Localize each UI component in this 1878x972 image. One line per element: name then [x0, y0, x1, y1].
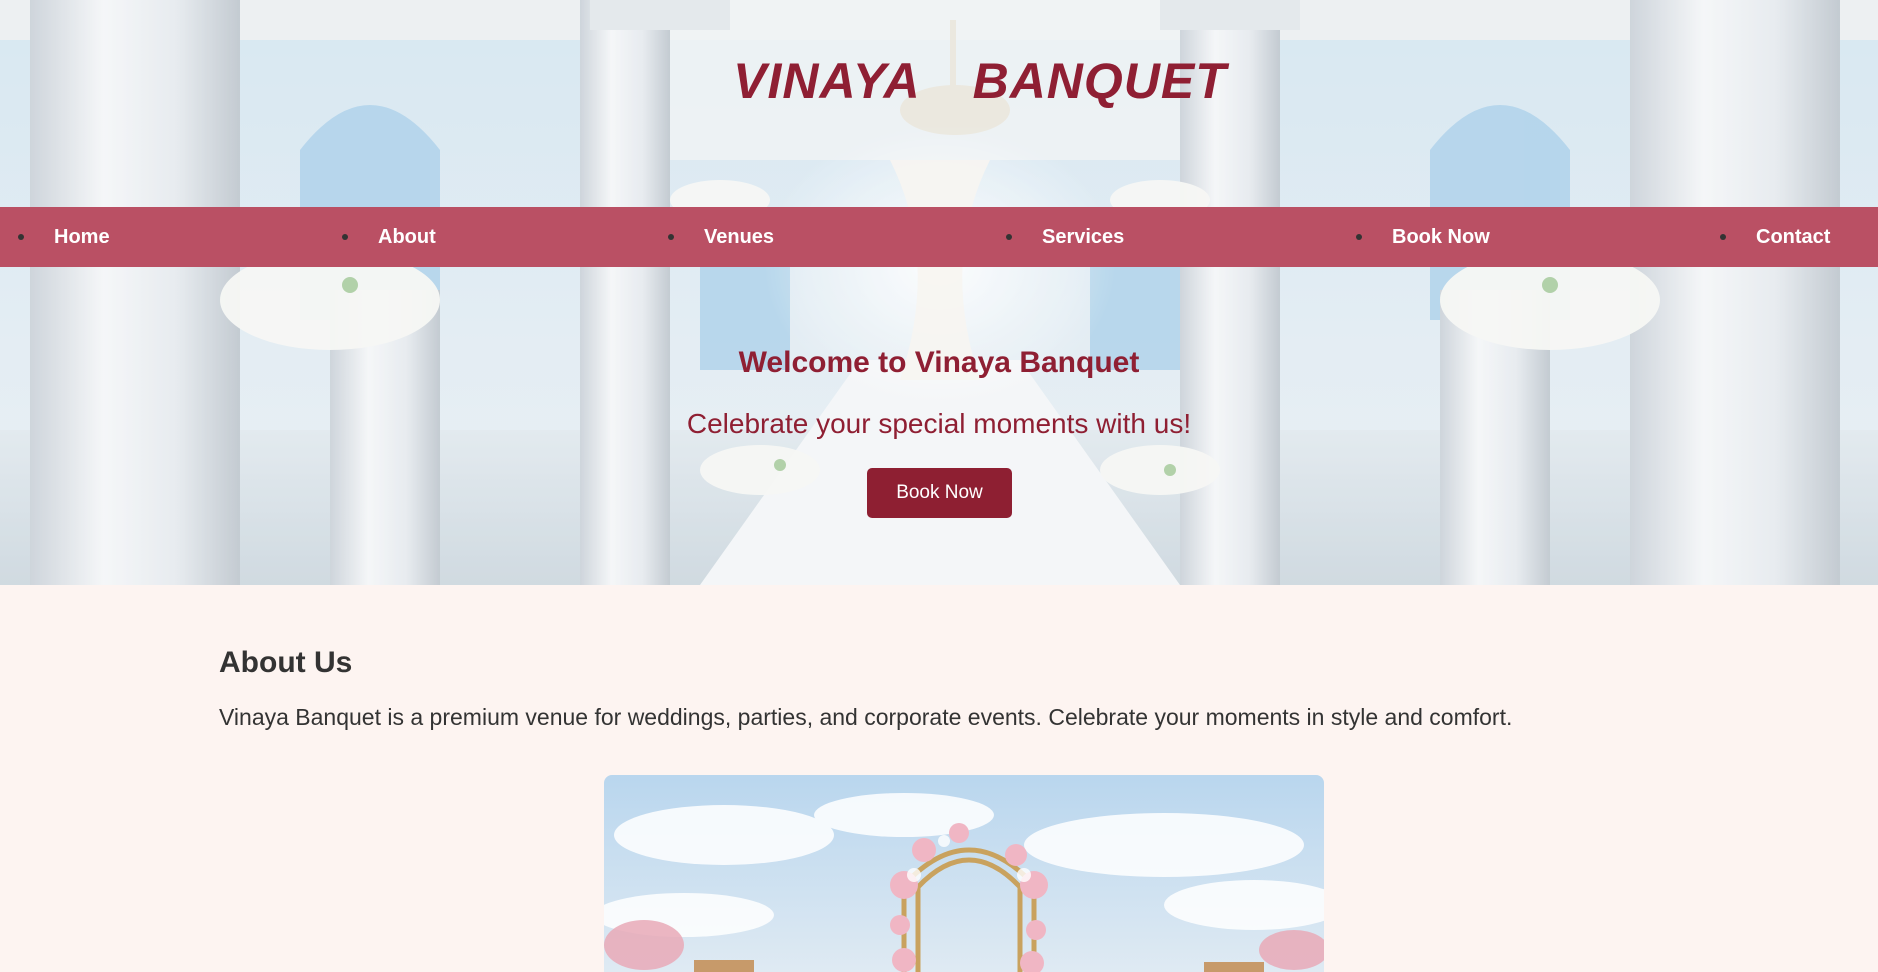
- about-venue-image: [604, 775, 1324, 972]
- nav-link-contact[interactable]: Contact: [1756, 226, 1830, 249]
- bullet-icon: [1006, 234, 1012, 240]
- about-title: About Us: [219, 646, 353, 679]
- nav-link-book-now[interactable]: Book Now: [1392, 226, 1490, 249]
- site-title: VINAYA BANQUET: [733, 53, 1227, 109]
- nav-item-book-now: Book Now: [1356, 207, 1490, 267]
- hero-heading: Welcome to Vinaya Banquet: [738, 346, 1140, 379]
- book-now-button[interactable]: Book Now: [867, 468, 1012, 518]
- bullet-icon: [668, 234, 674, 240]
- bullet-icon: [342, 234, 348, 240]
- nav-item-home: Home: [18, 207, 110, 267]
- about-text: Vinaya Banquet is a premium venue for we…: [219, 704, 1513, 730]
- nav-item-about: About: [342, 207, 436, 267]
- nav-item-contact: Contact: [1720, 207, 1830, 267]
- nav-link-venues[interactable]: Venues: [704, 226, 774, 249]
- nav-link-services[interactable]: Services: [1042, 226, 1124, 249]
- bullet-icon: [1356, 234, 1362, 240]
- nav-link-home[interactable]: Home: [54, 226, 110, 249]
- nav-link-about[interactable]: About: [378, 226, 436, 249]
- bullet-icon: [1720, 234, 1726, 240]
- nav-item-venues: Venues: [668, 207, 774, 267]
- nav-item-services: Services: [1006, 207, 1124, 267]
- hero-subheading: Celebrate your special moments with us!: [686, 408, 1192, 439]
- bullet-icon: [18, 234, 24, 240]
- main-nav: Home About Venues Services Book Now Cont…: [0, 207, 1878, 267]
